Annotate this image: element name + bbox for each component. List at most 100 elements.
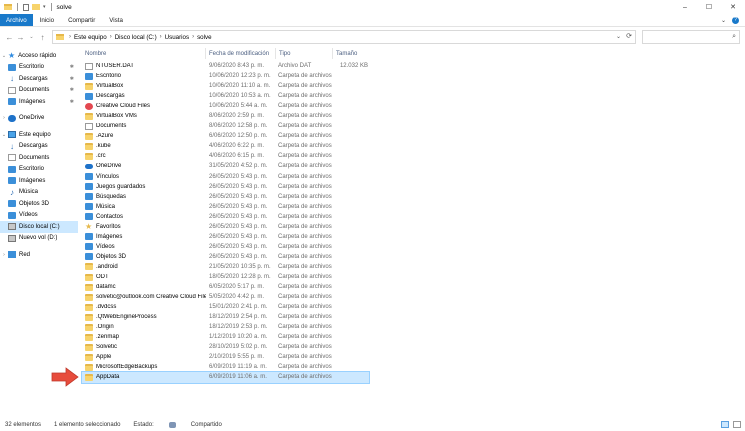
nav-quick-imagenes[interactable]: Imágenes ✱	[0, 96, 78, 108]
file-name: .crc	[96, 153, 106, 160]
file-row[interactable]: Objetos 3D 26/05/2020 5:43 p. m. Carpeta d…	[82, 252, 742, 262]
view-switcher	[721, 421, 741, 428]
file-row[interactable]: .QtWebEngineProcess 18/12/2019 2:54 p. m.…	[82, 312, 742, 322]
column-divider[interactable]	[275, 48, 276, 59]
crumb-chevron-icon[interactable]: ›	[192, 34, 194, 40]
file-row[interactable]: Creative Cloud Files 10/06/2020 5:44 a. m…	[82, 101, 742, 111]
expand-ribbon-icon[interactable]: ⌄	[721, 17, 726, 24]
pin-icon: ✱	[69, 64, 74, 71]
tab-archivo[interactable]: Archivo	[0, 14, 33, 26]
properties-icon[interactable]	[23, 3, 29, 11]
nav-red[interactable]: › Red	[0, 249, 78, 261]
breadcrumb-disco-local[interactable]: Disco local (C:)	[115, 34, 157, 41]
address-bar[interactable]: › Este equipo › Disco local (C:) › Usuar…	[52, 30, 636, 44]
file-date: 10/06/2020 12:23 p. m.	[209, 73, 271, 80]
details-view-button[interactable]	[721, 421, 729, 428]
breadcrumb-este-equipo[interactable]: Este equipo	[74, 34, 107, 41]
search-input[interactable]: ⌕	[642, 30, 740, 44]
nav-quick-descargas[interactable]: ↓ Descargas ✱	[0, 73, 78, 85]
file-row[interactable]: Contactos 26/05/2020 5:43 p. m. Carpeta de…	[82, 212, 742, 222]
file-row[interactable]: NTUSER.DAT 9/06/2020 8:43 p. m. Archivo DA…	[82, 61, 742, 71]
file-row[interactable]: .crc 4/06/2020 6:15 p. m. Carpeta de archi…	[82, 151, 742, 161]
toolbar-dropdown-icon[interactable]: ▾	[43, 4, 46, 10]
file-row[interactable]: .android 21/05/2020 10:35 p. m. Carpeta de…	[82, 262, 742, 272]
column-header-date[interactable]: Fecha de modificación	[209, 48, 275, 59]
file-row[interactable]: .kube 4/06/2020 6:22 p. m. Carpeta de arch…	[82, 141, 742, 151]
address-dropdown-icon[interactable]: ⌄	[616, 31, 621, 43]
recent-locations-icon[interactable]: ⌄	[26, 34, 37, 40]
nav-quick-access[interactable]: ⌄ ★ Acceso rápido	[0, 50, 78, 62]
file-row[interactable]: Apple 2/10/2019 5:55 p. m. Carpeta de arch…	[82, 352, 742, 362]
breadcrumb-solve[interactable]: solve	[197, 34, 211, 41]
file-type: Carpeta de archivos	[278, 163, 332, 170]
file-row[interactable]: Documents 8/06/2020 12:58 p. m. Carpeta de…	[82, 121, 742, 131]
crumb-chevron-icon[interactable]: ›	[69, 34, 71, 40]
file-row[interactable]: VirtualBox VMs 8/06/2020 2:59 p. m. Carpet…	[82, 111, 742, 121]
file-row[interactable]: ODT 18/05/2020 12:28 p. m. Carpeta de arch…	[82, 272, 742, 282]
file-type: Carpeta de archivos	[278, 183, 332, 190]
file-row[interactable]: Solvetic 28/10/2019 5:02 p. m. Carpeta de …	[82, 342, 742, 352]
chevron-right-icon[interactable]: ›	[0, 115, 8, 121]
chevron-down-icon[interactable]: ⌄	[0, 53, 8, 59]
chevron-down-icon[interactable]: ⌄	[0, 132, 8, 138]
column-divider[interactable]	[332, 48, 333, 59]
nav-pc-objetos-3d[interactable]: Objetos 3D	[0, 198, 78, 210]
nav-pc-imagenes[interactable]: Imágenes	[0, 175, 78, 187]
file-row[interactable]: datamc 6/05/2020 5:17 p. m. Carpeta de arc…	[82, 282, 742, 292]
file-row[interactable]: ★ Favoritos 26/05/2020 5:43 p. m. Carpeta d…	[82, 222, 742, 232]
file-row[interactable]: .Azure 6/06/2020 12:50 p. m. Carpeta de ar…	[82, 131, 742, 141]
file-row[interactable]: Música 26/05/2020 5:43 p. m. Carpeta de ar…	[82, 202, 742, 212]
minimize-button[interactable]: –	[673, 0, 697, 14]
up-arrow-icon[interactable]: ↑	[37, 33, 48, 42]
file-row[interactable]: AppData 6/09/2019 11:06 a. m. Carpeta de a…	[81, 371, 370, 384]
file-row[interactable]: Vídeos 26/05/2020 5:43 p. m. Carpeta de ar…	[82, 242, 742, 252]
file-row[interactable]: Descargas 10/06/2020 10:53 a. m. Carpeta d…	[82, 91, 742, 101]
file-date: 4/06/2020 6:15 p. m.	[209, 153, 265, 160]
file-row[interactable]: solvetic@outlook.com Creative Cloud File…	[82, 292, 742, 302]
file-name-cell: Imágenes	[82, 233, 206, 241]
nav-pc-documents[interactable]: Documents	[0, 152, 78, 164]
file-name-cell: VirtualBox	[82, 82, 206, 90]
maximize-button[interactable]: ☐	[697, 0, 721, 14]
nav-este-equipo[interactable]: ⌄ Este equipo	[0, 129, 78, 141]
chevron-right-icon[interactable]: ›	[0, 252, 8, 258]
file-row[interactable]: .zenmap 1/12/2019 10:20 a. m. Carpeta de a…	[82, 332, 742, 342]
forward-arrow-icon[interactable]: →	[15, 33, 26, 42]
close-button[interactable]: ✕	[721, 0, 745, 14]
tab-compartir[interactable]: Compartir	[61, 14, 102, 26]
file-row[interactable]: .dvdcss 15/01/2020 2:41 p. m. Carpeta de a…	[82, 302, 742, 312]
file-row[interactable]: OneDrive 31/05/2020 4:52 p. m. Carpeta de …	[82, 161, 742, 171]
nav-pc-nuevo-vol[interactable]: Nuevo vol (D:)	[0, 233, 78, 245]
nav-quick-escritorio[interactable]: Escritorio ✱	[0, 62, 78, 74]
column-header-type[interactable]: Tipo	[279, 48, 331, 59]
file-row[interactable]: MicrosoftEdgeBackups 6/09/2019 11:19 a. m…	[82, 362, 742, 372]
column-header-name[interactable]: Nombre	[85, 48, 205, 59]
file-row[interactable]: VirtualBox 10/06/2020 11:10 a. m. Carpeta …	[82, 81, 742, 91]
file-row[interactable]: Escritorio 10/06/2020 12:23 p. m. Carpeta …	[82, 71, 742, 81]
nav-pc-escritorio[interactable]: Escritorio	[0, 164, 78, 176]
file-row[interactable]: Juegos guardados 26/05/2020 5:43 p. m. Car…	[82, 182, 742, 192]
file-row[interactable]: Búsquedas 26/05/2020 5:43 p. m. Carpeta de…	[82, 192, 742, 202]
nav-pc-descargas[interactable]: ↓ Descargas	[0, 141, 78, 153]
breadcrumb-usuarios[interactable]: Usuarios	[165, 34, 189, 41]
new-folder-icon[interactable]	[32, 4, 40, 10]
crumb-chevron-icon[interactable]: ›	[160, 34, 162, 40]
tab-vista[interactable]: Vista	[102, 14, 130, 26]
column-divider[interactable]	[205, 48, 206, 59]
large-icons-view-button[interactable]	[733, 421, 741, 428]
column-header-size[interactable]: Tamaño	[336, 48, 370, 59]
nav-pc-disco-local[interactable]: Disco local (C:)	[0, 221, 78, 233]
nav-pc-videos[interactable]: Vídeos	[0, 210, 78, 222]
help-icon[interactable]: ?	[732, 16, 739, 24]
nav-pc-musica[interactable]: ♪ Música	[0, 187, 78, 199]
share-state: Estado: Compartido	[133, 422, 234, 428]
refresh-icon[interactable]: ⟳	[626, 31, 632, 43]
back-arrow-icon[interactable]: ←	[4, 33, 15, 42]
file-row[interactable]: .Origin 18/12/2019 2:53 p. m. Carpeta de a…	[82, 322, 742, 332]
file-row[interactable]: Imágenes 26/05/2020 5:43 p. m. Carpeta de …	[82, 232, 742, 242]
file-row[interactable]: Vínculos 26/05/2020 5:43 p. m. Carpeta de …	[82, 172, 742, 182]
nav-quick-documents[interactable]: Documents ✱	[0, 85, 78, 97]
tab-inicio[interactable]: Inicio	[33, 14, 61, 26]
nav-onedrive[interactable]: › OneDrive	[0, 113, 78, 125]
crumb-chevron-icon[interactable]: ›	[110, 34, 112, 40]
